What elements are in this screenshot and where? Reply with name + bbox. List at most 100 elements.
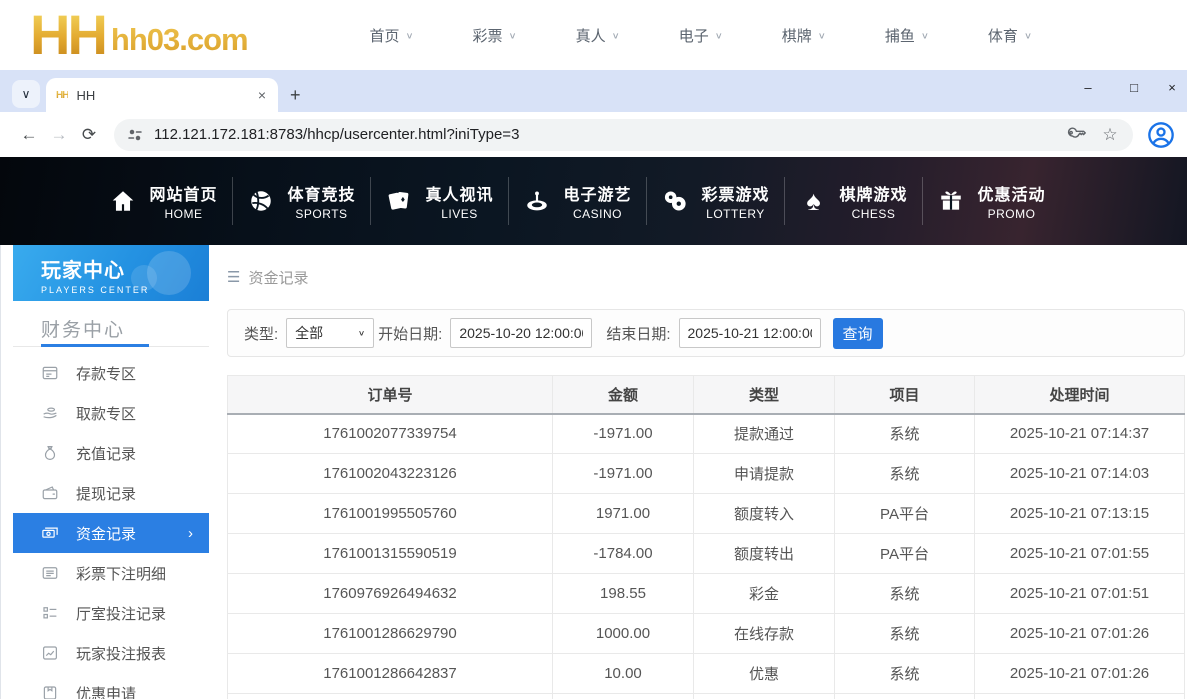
close-window-button[interactable]: ×: [1157, 80, 1187, 95]
project-cell: 系统: [835, 654, 975, 694]
game-nav-promo[interactable]: 优惠活动 PROMO: [923, 173, 1060, 229]
project-cell: 系统: [835, 414, 975, 454]
order-cell: 1761001315590519: [228, 534, 553, 574]
site-nav-chess[interactable]: 棋牌 ∨: [782, 25, 826, 46]
tab-strip: ∨ HH HH × + – □ ×: [0, 70, 1187, 112]
game-nav-home[interactable]: 网站首页 HOME: [95, 173, 232, 229]
back-button[interactable]: ←: [14, 125, 44, 145]
end-date-label: 结束日期:: [606, 323, 670, 344]
page-content: 玩家中心 PLAYERS CENTER 财务中心 存款专区 取款专区 充值记录: [0, 245, 1187, 699]
amount-cell: -1784.00: [553, 534, 694, 574]
address-bar: ← → ⟳ 112.121.172.181:8783/hhcp/usercent…: [0, 112, 1187, 157]
site-nav-fishing[interactable]: 捕鱼 ∨: [885, 25, 929, 46]
site-logo[interactable]: HH hh03.com: [30, 10, 248, 60]
password-key-icon[interactable]: [1065, 124, 1087, 146]
bookmark-star-icon[interactable]: ☆: [1099, 124, 1121, 146]
chevron-down-icon: ∨: [405, 30, 413, 40]
game-nav-zh: 彩票游戏: [701, 181, 769, 205]
nav-label: 捕鱼: [885, 25, 915, 46]
new-tab-button[interactable]: +: [290, 85, 301, 106]
site-nav-live[interactable]: 真人 ∨: [576, 25, 620, 46]
site-nav-lottery[interactable]: 彩票 ∨: [473, 25, 517, 46]
cards-icon: [385, 187, 413, 215]
type-cell: 额度转出: [694, 534, 835, 574]
game-nav-chess[interactable]: ♠ 棋牌游戏 CHESS: [785, 173, 922, 229]
site-nav-sports[interactable]: 体育 ∨: [988, 25, 1032, 46]
table-row: 1761001286642837 10.00 优惠 系统 2025-10-21 …: [228, 654, 1185, 694]
browser-tab[interactable]: HH HH ×: [46, 78, 278, 112]
order-cell: 1761001995505760: [228, 494, 553, 534]
sidebar-item-room-bet-record[interactable]: 厅室投注记录: [13, 593, 209, 633]
game-nav-en: SPORTS: [287, 207, 355, 221]
logo-hh-text: HH: [30, 10, 105, 60]
time-cell: 2025-10-21 07:01:26: [975, 614, 1185, 654]
game-nav-en: LOTTERY: [701, 207, 769, 221]
site-nav-home[interactable]: 首页 ∨: [369, 25, 413, 46]
type-cell: 彩金: [694, 574, 835, 614]
game-nav-casino[interactable]: 电子游艺 CASINO: [509, 173, 646, 229]
sidebar-item-label: 充值记录: [76, 443, 136, 464]
site-info-icon[interactable]: [126, 126, 144, 144]
decoration: [131, 265, 157, 291]
sidebar-item-player-bet-report[interactable]: 玩家投注报表: [13, 633, 209, 673]
tab-close-icon[interactable]: ×: [254, 87, 270, 103]
tab-search-button[interactable]: ∨: [12, 80, 40, 108]
nav-label: 真人: [576, 25, 606, 46]
site-nav-slots[interactable]: 电子 ∨: [679, 25, 723, 46]
maximize-button[interactable]: □: [1111, 80, 1157, 95]
sidebar-item-funds-record[interactable]: 资金记录 ›: [13, 513, 209, 553]
checklist-icon: [41, 604, 59, 622]
finance-title: 财务中心: [41, 315, 209, 342]
filter-bar: 类型: 全部 ∨ 开始日期: 结束日期: 查询: [227, 309, 1185, 357]
url-bar[interactable]: 112.121.172.181:8783/hhcp/usercenter.htm…: [114, 119, 1133, 151]
search-button[interactable]: 查询: [833, 318, 883, 349]
amount-cell: -1971.00: [553, 454, 694, 494]
sidebar-item-recharge-record[interactable]: 充值记录: [13, 433, 209, 473]
amount-cell: 198.55: [553, 574, 694, 614]
lottery-balls-icon: [661, 187, 689, 215]
col-amount: 金额: [553, 376, 694, 414]
sidebar: 玩家中心 PLAYERS CENTER 财务中心 存款专区 取款专区 充值记录: [13, 245, 209, 699]
game-nav-lives[interactable]: 真人视讯 LIVES: [371, 173, 508, 229]
table-row: 1760976926494632 198.55 彩金 系统 2025-10-21…: [228, 574, 1185, 614]
reload-button[interactable]: ⟳: [74, 125, 104, 145]
end-date-input[interactable]: [679, 318, 821, 348]
sidebar-item-promo-apply[interactable]: 优惠申请: [13, 673, 209, 699]
url-text[interactable]: 112.121.172.181:8783/hhcp/usercenter.htm…: [154, 126, 1053, 143]
nav-label: 棋牌: [782, 25, 812, 46]
amount-cell: 10.00: [553, 654, 694, 694]
type-select-value: 全部: [295, 323, 323, 343]
type-select[interactable]: 全部 ∨: [286, 318, 374, 348]
sidebar-item-label: 厅室投注记录: [76, 603, 166, 624]
chevron-right-icon: ›: [188, 525, 193, 542]
sidebar-item-lottery-bet-detail[interactable]: 彩票下注明细: [13, 553, 209, 593]
chevron-down-icon: ∨: [818, 30, 826, 40]
game-nav-lottery[interactable]: 彩票游戏 LOTTERY: [647, 173, 784, 229]
game-nav-en: HOME: [149, 207, 217, 221]
spade-icon: ♠: [799, 187, 827, 215]
sidebar-item-withdrawal-record[interactable]: 提现记录: [13, 473, 209, 513]
sidebar-item-label: 优惠申请: [76, 683, 136, 699]
sidebar-item-label: 资金记录: [76, 523, 136, 544]
deposit-icon: [41, 364, 59, 382]
forward-button[interactable]: →: [44, 125, 74, 145]
amount-cell: -1971.00: [553, 414, 694, 454]
profile-avatar-icon[interactable]: [1147, 121, 1175, 149]
order-cell: 1761002077339754: [228, 414, 553, 454]
order-cell: 1761001286629790: [228, 614, 553, 654]
chevron-down-icon: ∨: [509, 30, 517, 40]
time-cell: 2025-10-21 07:14:03: [975, 454, 1185, 494]
start-date-input[interactable]: [450, 318, 592, 348]
game-nav-en: CHESS: [839, 207, 907, 221]
breadcrumb: ☰ 资金记录: [227, 263, 1185, 291]
sidebar-item-label: 玩家投注报表: [76, 643, 166, 664]
game-nav-sports[interactable]: 体育竞技 SPORTS: [233, 173, 370, 229]
amount-cell: 1000.00: [553, 614, 694, 654]
time-cell: 2025-10-21 07:01:26: [975, 654, 1185, 694]
time-cell: 2025-10-21 07:01:55: [975, 534, 1185, 574]
sidebar-item-withdraw[interactable]: 取款专区: [13, 393, 209, 433]
minimize-button[interactable]: –: [1065, 80, 1111, 95]
sidebar-item-deposit[interactable]: 存款专区: [13, 353, 209, 393]
col-order-number: 订单号: [228, 376, 553, 414]
order-cell: 1760976926494632: [228, 574, 553, 614]
